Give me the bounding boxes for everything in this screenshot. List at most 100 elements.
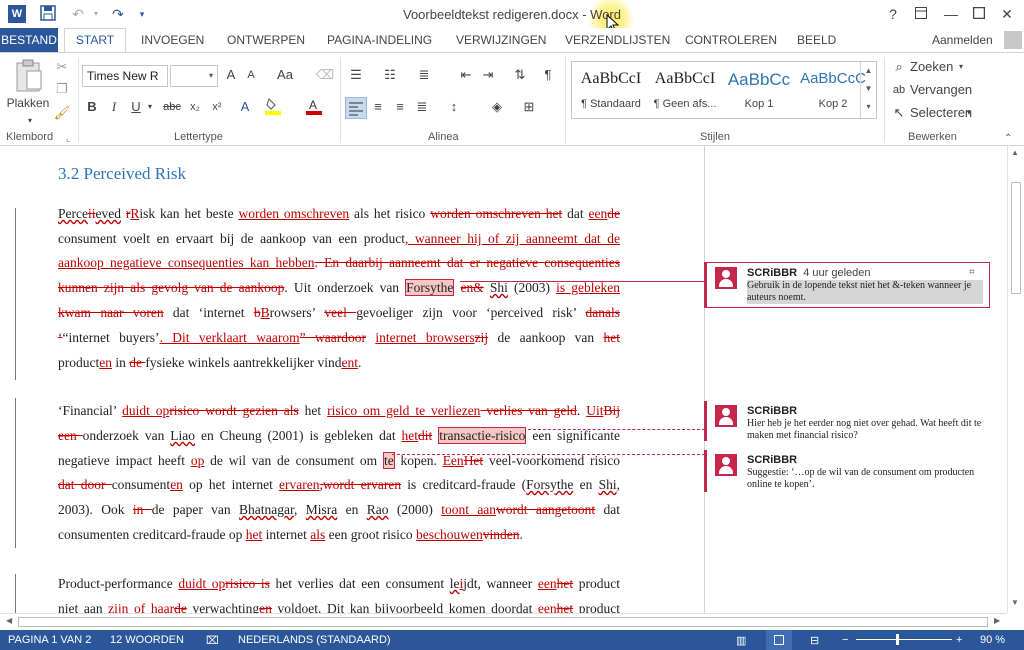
tab-pagina-indeling[interactable]: PAGINA-INDELING: [327, 33, 432, 47]
select-icon[interactable]: ↖: [890, 103, 908, 123]
text-effects-icon[interactable]: A: [236, 97, 254, 117]
tab-beeld[interactable]: BEELD: [797, 33, 836, 47]
bullets-icon[interactable]: ☰: [346, 65, 366, 85]
zoom-slider[interactable]: [856, 639, 952, 640]
scroll-thumb[interactable]: [1011, 182, 1021, 294]
user-avatar-icon[interactable]: [1004, 31, 1022, 49]
minimize-icon[interactable]: —: [940, 4, 962, 24]
gallery-scroll[interactable]: ▲ ▼ ▾: [860, 62, 876, 118]
subscript-button[interactable]: x₂: [186, 97, 204, 117]
replace-button[interactable]: Vervangen: [910, 80, 972, 100]
word-count[interactable]: 12 WOORDEN: [110, 634, 184, 646]
language[interactable]: NEDERLANDS (STANDAARD): [238, 634, 391, 646]
print-layout-icon[interactable]: [766, 630, 792, 650]
align-right-icon[interactable]: ≡: [390, 97, 410, 117]
comment-card[interactable]: SCRiBBR Suggestie: ‘…op de wil van de co…: [704, 450, 990, 492]
justify-icon[interactable]: ≣: [412, 97, 432, 117]
strikethrough-button[interactable]: abc: [160, 97, 184, 117]
bold-button[interactable]: B: [84, 97, 100, 117]
zoom-level[interactable]: 90 %: [980, 634, 1005, 646]
document-page[interactable]: 3.2 Perceived Risk Perceiieved rRisk kan…: [0, 146, 705, 613]
borders-icon[interactable]: ⊞: [518, 97, 540, 117]
style-kop-2[interactable]: AaBbCcC Kop 2: [796, 64, 870, 116]
underline-button[interactable]: U: [128, 97, 144, 117]
line-spacing-icon[interactable]: ↕: [442, 97, 466, 117]
scroll-up-icon[interactable]: ▲: [1011, 148, 1019, 157]
word-window: W ↶ ▾ ↷ ▾ Voorbeeldtekst redigeren.docx …: [0, 0, 1024, 650]
style-standaard[interactable]: AaBbCcI ¶ Standaard: [574, 64, 648, 116]
underline-dropdown-icon[interactable]: ▾: [145, 97, 155, 117]
highlight-icon[interactable]: [264, 97, 282, 117]
select-dropdown-icon[interactable]: ▾: [964, 103, 974, 123]
grow-font-button[interactable]: A: [222, 65, 240, 85]
close-icon[interactable]: ✕: [996, 4, 1018, 24]
align-center-icon[interactable]: ≡: [368, 97, 388, 117]
read-mode-icon[interactable]: ▥: [736, 634, 746, 647]
paste-icon[interactable]: [14, 59, 44, 93]
horizontal-scrollbar[interactable]: ◀ ▶: [0, 613, 1007, 630]
style-kop-1[interactable]: AaBbCc Kop 1: [722, 64, 796, 116]
zoom-slider-thumb[interactable]: [896, 634, 899, 645]
find-icon[interactable]: ⌕: [890, 57, 908, 77]
sort-icon[interactable]: ⇅: [510, 65, 530, 85]
scroll-right-icon[interactable]: ▶: [994, 616, 1000, 625]
increase-indent-icon[interactable]: ⇥: [478, 65, 498, 85]
tab-ontwerpen[interactable]: ONTWERPEN: [227, 33, 305, 47]
style-geen-afstand[interactable]: AaBbCcI ¶ Geen afs...: [648, 64, 722, 116]
align-left-icon[interactable]: [345, 97, 367, 119]
show-formatting-icon[interactable]: ¶: [538, 65, 558, 85]
reply-icon[interactable]: ⌗: [969, 267, 975, 278]
ribbon-display-icon[interactable]: [910, 4, 932, 24]
tab-verzendlijsten[interactable]: VERZENDLIJSTEN: [565, 33, 670, 47]
scroll-down-icon[interactable]: ▼: [1011, 598, 1019, 607]
tab-start[interactable]: START: [64, 28, 126, 53]
zoom-out-icon[interactable]: −: [842, 634, 848, 646]
replace-icon[interactable]: ab: [890, 80, 908, 100]
document-line: ‘Financial’ duidt oprisico wordt gezien …: [58, 403, 620, 418]
ribbon-separator: [340, 57, 341, 143]
vertical-scrollbar[interactable]: ▲ ▼: [1007, 146, 1024, 613]
zoom-in-icon[interactable]: +: [956, 634, 962, 646]
cut-icon[interactable]: ✂: [52, 57, 72, 77]
tab-verwijzingen[interactable]: VERWIJZINGEN: [456, 33, 546, 47]
format-painter-icon[interactable]: 🖌: [52, 103, 72, 123]
scroll-left-icon[interactable]: ◀: [6, 616, 12, 625]
comment-card[interactable]: SCRiBBR 4 uur geleden ⌗ Gebruik in de lo…: [704, 262, 990, 308]
decrease-indent-icon[interactable]: ⇤: [456, 65, 476, 85]
collapse-ribbon-icon[interactable]: ⌃: [1004, 133, 1012, 144]
italic-button[interactable]: I: [106, 97, 122, 117]
dialog-launcher-icon[interactable]: ⌞: [66, 133, 70, 144]
page-count[interactable]: PAGINA 1 VAN 2: [8, 634, 91, 646]
ribbon-separator: [78, 57, 79, 143]
copy-icon[interactable]: ❐: [52, 79, 72, 99]
font-name-combobox[interactable]: Times New R: [82, 65, 168, 87]
proofing-icon[interactable]: ⌧: [206, 634, 219, 647]
paste-button[interactable]: Plakken: [4, 93, 52, 113]
multilevel-list-icon[interactable]: ≣: [414, 65, 434, 85]
select-button[interactable]: Selecteren: [910, 103, 972, 123]
shrink-font-button[interactable]: A: [242, 65, 260, 85]
sign-in-link[interactable]: Aanmelden: [932, 33, 993, 47]
change-case-button[interactable]: Aa: [272, 65, 298, 85]
web-layout-icon[interactable]: ⊟: [810, 634, 819, 647]
find-button[interactable]: Zoeken: [910, 57, 960, 77]
tab-file[interactable]: BESTAND: [0, 28, 58, 52]
comment-author: SCRiBBR: [747, 405, 798, 417]
paste-dropdown-icon[interactable]: ▾: [20, 111, 40, 131]
find-dropdown-icon[interactable]: ▾: [956, 57, 966, 77]
title-bar: W ↶ ▾ ↷ ▾ Voorbeeldtekst redigeren.docx …: [0, 0, 1024, 42]
tab-controleren[interactable]: CONTROLEREN: [685, 33, 777, 47]
numbering-icon[interactable]: ☷: [380, 65, 400, 85]
shading-icon[interactable]: ◈: [486, 97, 508, 117]
tab-invoegen[interactable]: INVOEGEN: [141, 33, 204, 47]
superscript-button[interactable]: x²: [208, 97, 226, 117]
help-button[interactable]: ?: [882, 4, 904, 24]
maximize-icon[interactable]: [968, 4, 990, 24]
scroll-thumb[interactable]: [18, 617, 988, 627]
font-color-icon[interactable]: A: [306, 97, 322, 117]
comment-text: Suggestie: ‘…op de wil van de consument …: [747, 467, 975, 490]
document-line: kwam naar voren dat ‘internet bBrowsers’…: [58, 305, 620, 320]
comment-card[interactable]: SCRiBBR Hier heb je het eerder nog niet …: [704, 401, 990, 441]
font-size-combobox[interactable]: ▾: [170, 65, 218, 87]
clear-formatting-icon[interactable]: ⌫: [314, 65, 336, 85]
